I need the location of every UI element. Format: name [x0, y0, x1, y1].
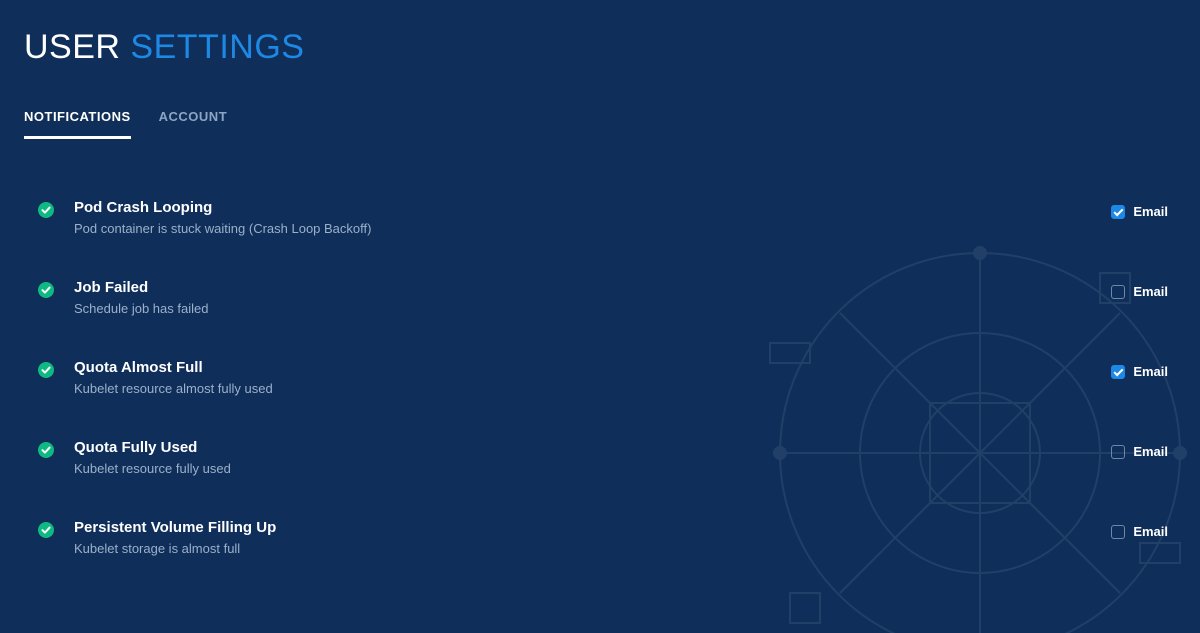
- email-toggle[interactable]: Email: [1111, 198, 1168, 219]
- email-label: Email: [1133, 524, 1168, 539]
- notification-text: Pod Crash Looping Pod container is stuck…: [74, 198, 1111, 238]
- tab-notifications[interactable]: NOTIFICATIONS: [24, 109, 131, 139]
- status-col: [38, 358, 74, 378]
- check-circle-icon: [38, 362, 54, 378]
- notification-title: Job Failed: [74, 278, 1111, 298]
- check-circle-icon: [38, 522, 54, 538]
- email-toggle[interactable]: Email: [1111, 358, 1168, 379]
- status-col: [38, 198, 74, 218]
- check-circle-icon: [38, 282, 54, 298]
- notification-list: Pod Crash Looping Pod container is stuck…: [24, 184, 1176, 584]
- notification-row: Job Failed Schedule job has failed Email: [24, 264, 1176, 344]
- notification-description: Schedule job has failed: [74, 300, 1111, 318]
- check-circle-icon: [38, 442, 54, 458]
- check-circle-icon: [38, 202, 54, 218]
- email-label: Email: [1133, 364, 1168, 379]
- email-checkbox[interactable]: [1111, 445, 1125, 459]
- status-col: [38, 438, 74, 458]
- email-checkbox[interactable]: [1111, 365, 1125, 379]
- email-label: Email: [1133, 284, 1168, 299]
- email-label: Email: [1133, 204, 1168, 219]
- notification-row: Quota Fully Used Kubelet resource fully …: [24, 424, 1176, 504]
- page-title-part1: USER: [24, 28, 130, 66]
- notification-title: Quota Fully Used: [74, 438, 1111, 458]
- notification-text: Quota Almost Full Kubelet resource almos…: [74, 358, 1111, 398]
- notification-description: Pod container is stuck waiting (Crash Lo…: [74, 220, 1111, 238]
- notification-text: Quota Fully Used Kubelet resource fully …: [74, 438, 1111, 478]
- email-checkbox[interactable]: [1111, 525, 1125, 539]
- email-toggle[interactable]: Email: [1111, 438, 1168, 459]
- notification-text: Persistent Volume Filling Up Kubelet sto…: [74, 518, 1111, 558]
- email-checkbox[interactable]: [1111, 285, 1125, 299]
- notification-row: Persistent Volume Filling Up Kubelet sto…: [24, 504, 1176, 584]
- notification-description: Kubelet storage is almost full: [74, 540, 1111, 558]
- status-col: [38, 518, 74, 538]
- email-toggle[interactable]: Email: [1111, 518, 1168, 539]
- notification-description: Kubelet resource fully used: [74, 460, 1111, 478]
- email-checkbox[interactable]: [1111, 205, 1125, 219]
- settings-tabs: NOTIFICATIONS ACCOUNT: [24, 109, 1176, 140]
- notification-title: Persistent Volume Filling Up: [74, 518, 1111, 538]
- tab-account[interactable]: ACCOUNT: [159, 109, 228, 139]
- notification-description: Kubelet resource almost fully used: [74, 380, 1111, 398]
- email-toggle[interactable]: Email: [1111, 278, 1168, 299]
- page-title-part2: SETTINGS: [130, 28, 304, 66]
- notification-row: Quota Almost Full Kubelet resource almos…: [24, 344, 1176, 424]
- notification-title: Pod Crash Looping: [74, 198, 1111, 218]
- notification-title: Quota Almost Full: [74, 358, 1111, 378]
- status-col: [38, 278, 74, 298]
- page-title: USER SETTINGS: [24, 28, 1176, 67]
- notification-row: Pod Crash Looping Pod container is stuck…: [24, 184, 1176, 264]
- email-label: Email: [1133, 444, 1168, 459]
- notification-text: Job Failed Schedule job has failed: [74, 278, 1111, 318]
